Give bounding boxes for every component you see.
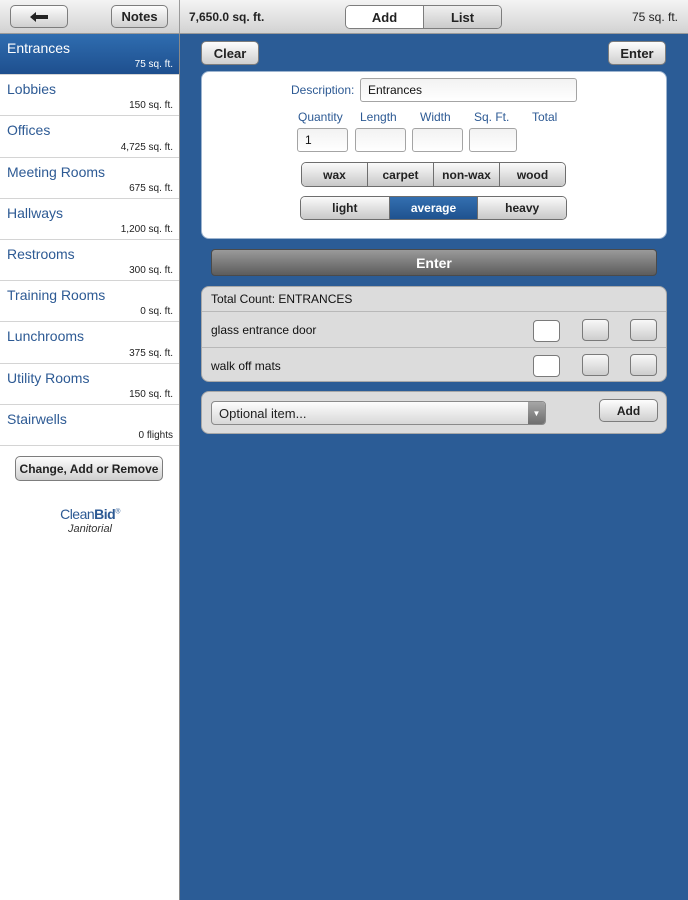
chevron-down-icon: ▼ xyxy=(528,402,545,424)
room-area: 150 sq. ft. xyxy=(129,100,173,112)
room-entry-form: Description: Entrances Quantity Length W… xyxy=(201,71,667,239)
room-item-training-rooms[interactable]: Training Rooms 0 sq. ft. xyxy=(0,281,179,323)
room-name: Utility Rooms xyxy=(7,369,90,386)
current-room-area: 75 sq. ft. xyxy=(631,10,678,24)
room-name: Entrances xyxy=(7,40,71,56)
length-label: Length xyxy=(360,110,397,124)
traffic-level-segmented-control: light average heavy xyxy=(300,196,567,220)
room-name: Restrooms xyxy=(7,245,75,262)
floor-type-non-wax[interactable]: non-wax xyxy=(433,163,499,186)
quantity-field[interactable]: 1 xyxy=(297,128,348,152)
total-count-panel: Total Count: ENTRANCES glass entrance do… xyxy=(201,286,667,382)
room-item-offices[interactable]: Offices 4,725 sq. ft. xyxy=(0,116,179,158)
room-name: Hallways xyxy=(7,204,64,221)
floor-type-segmented-control: wax carpet non-wax wood xyxy=(301,162,566,187)
notes-button[interactable]: Notes xyxy=(111,5,168,28)
room-item-entrances[interactable]: Entrances 75 sq. ft. xyxy=(0,34,179,76)
room-item-meeting-rooms[interactable]: Meeting Rooms 675 sq. ft. xyxy=(0,158,179,199)
room-area: 0 flights xyxy=(138,429,173,441)
floor-type-wax[interactable]: wax xyxy=(302,163,367,186)
logo-brand-light: Clean xyxy=(60,506,95,522)
room-item-stairwells[interactable]: Stairwells 0 flights xyxy=(0,405,179,446)
room-name: Offices xyxy=(7,122,51,139)
count-box-3[interactable] xyxy=(630,354,657,376)
sidebar-toolbar: Notes xyxy=(0,0,180,34)
tab-add[interactable]: Add xyxy=(346,6,423,28)
room-item-restrooms[interactable]: Restrooms 300 sq. ft. xyxy=(0,240,179,282)
description-field[interactable]: Entrances xyxy=(360,78,577,102)
left-arrow-icon xyxy=(30,11,48,22)
optional-item-panel: Optional item... ▼ Add xyxy=(201,391,667,434)
sqft-label: Sq. Ft. xyxy=(474,110,510,124)
logo-registered: ® xyxy=(115,508,120,516)
room-name: Meeting Rooms xyxy=(7,163,106,180)
change-add-remove-button[interactable]: Change, Add or Remove xyxy=(15,456,163,481)
count-item-label: walk off mats xyxy=(211,359,281,373)
clear-button[interactable]: Clear xyxy=(201,41,259,65)
optional-item-placeholder: Optional item... xyxy=(219,406,307,421)
add-list-segmented-control: Add List xyxy=(345,5,502,29)
count-item-label: glass entrance door xyxy=(211,323,317,337)
count-box-1[interactable] xyxy=(533,320,560,342)
width-field[interactable] xyxy=(412,128,463,152)
room-area: 150 sq. ft. xyxy=(129,388,173,400)
total-label: Total xyxy=(532,110,558,124)
count-box-2[interactable] xyxy=(582,354,609,376)
floor-type-wood[interactable]: wood xyxy=(499,163,565,186)
sqft-field[interactable] xyxy=(469,128,517,152)
room-area: 375 sq. ft. xyxy=(129,347,173,359)
room-list: Entrances 75 sq. ft. Lobbies 150 sq. ft.… xyxy=(0,34,179,446)
traffic-heavy[interactable]: heavy xyxy=(477,197,566,219)
room-item-hallways[interactable]: Hallways 1,200 sq. ft. xyxy=(0,199,179,240)
enter-button-top[interactable]: Enter xyxy=(608,41,666,65)
room-area: 75 sq. ft. xyxy=(134,59,173,71)
room-area: 675 sq. ft. xyxy=(129,182,173,194)
optional-item-select[interactable]: Optional item... ▼ xyxy=(211,401,546,425)
logo-tagline: Janitorial xyxy=(67,523,113,535)
room-item-lunchrooms[interactable]: Lunchrooms 375 sq. ft. xyxy=(0,322,179,364)
width-label: Width xyxy=(420,110,451,124)
count-box-2[interactable] xyxy=(582,319,609,341)
room-name: Training Rooms xyxy=(7,287,106,304)
room-sidebar: Entrances 75 sq. ft. Lobbies 150 sq. ft.… xyxy=(0,34,180,900)
description-label: Description: xyxy=(291,83,355,97)
room-item-lobbies[interactable]: Lobbies 150 sq. ft. xyxy=(0,75,179,117)
add-optional-item-button[interactable]: Add xyxy=(599,399,658,422)
traffic-average[interactable]: average xyxy=(388,197,478,219)
room-area: 300 sq. ft. xyxy=(129,265,173,277)
tab-list[interactable]: List xyxy=(423,6,501,28)
top-toolbar: Notes 7,650.0 sq. ft. Add List 75 sq. ft… xyxy=(0,0,688,34)
back-button[interactable] xyxy=(10,5,68,28)
count-row: glass entrance door xyxy=(202,311,666,347)
room-area: 0 sq. ft. xyxy=(140,306,173,318)
cleanbid-logo: CleanBid® Janitorial xyxy=(0,506,180,535)
count-box-3[interactable] xyxy=(630,319,657,341)
room-item-utility-rooms[interactable]: Utility Rooms 150 sq. ft. xyxy=(0,364,179,405)
total-count-title: Total Count: ENTRANCES xyxy=(211,292,353,306)
total-area-readout: 7,650.0 sq. ft. xyxy=(189,10,265,24)
room-area: 4,725 sq. ft. xyxy=(120,141,173,153)
count-row: walk off mats xyxy=(202,347,666,383)
room-area: 1,200 sq. ft. xyxy=(120,223,173,235)
floor-type-carpet[interactable]: carpet xyxy=(367,163,433,186)
quantity-label: Quantity xyxy=(298,110,343,124)
count-box-1[interactable] xyxy=(533,355,560,377)
room-name: Lobbies xyxy=(7,81,57,98)
enter-bar-button[interactable]: Enter xyxy=(211,249,657,276)
room-name: Lunchrooms xyxy=(7,328,85,345)
logo-brand-bold: Bid xyxy=(94,506,116,522)
length-field[interactable] xyxy=(355,128,406,152)
room-name: Stairwells xyxy=(7,410,67,427)
traffic-light[interactable]: light xyxy=(301,197,389,219)
